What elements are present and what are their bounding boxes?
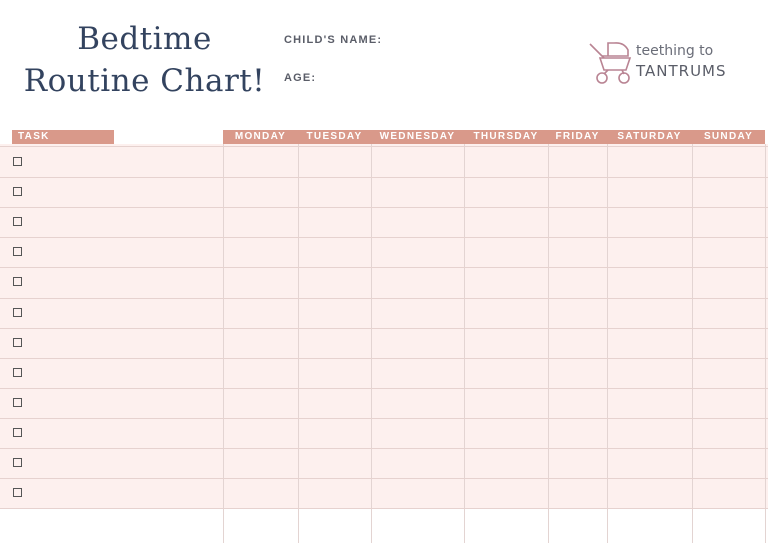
day-header-friday: FRIDAY <box>555 131 600 142</box>
task-checkbox[interactable] <box>13 458 22 467</box>
chart-table <box>0 144 768 508</box>
column-divider <box>371 144 372 543</box>
task-checkbox[interactable] <box>13 157 22 166</box>
task-checkbox[interactable] <box>13 308 22 317</box>
stroller-icon <box>589 42 632 84</box>
column-divider <box>223 144 224 543</box>
page-title: Bedtime Routine Chart! <box>22 18 267 102</box>
column-divider <box>298 144 299 543</box>
logo: teething to TANTRUMS <box>588 40 748 86</box>
row-divider <box>0 478 768 479</box>
task-checkbox[interactable] <box>13 488 22 497</box>
logo-text-line-1: teething to <box>636 43 714 59</box>
column-divider <box>607 144 608 543</box>
column-divider <box>692 144 693 543</box>
day-header-monday: MONDAY <box>234 131 287 142</box>
row-divider <box>0 328 768 329</box>
row-divider <box>0 358 768 359</box>
task-checkbox[interactable] <box>13 247 22 256</box>
day-header-sunday: SUNDAY <box>703 131 754 142</box>
row-divider <box>0 267 768 268</box>
task-checkbox[interactable] <box>13 398 22 407</box>
row-divider <box>0 388 768 389</box>
day-header-saturday: SATURDAY <box>617 131 682 142</box>
column-divider <box>548 144 549 543</box>
day-header-thursday: THURSDAY <box>473 131 539 142</box>
row-divider <box>0 146 768 147</box>
row-divider <box>0 237 768 238</box>
row-divider <box>0 508 768 509</box>
task-header: TASK <box>18 131 50 142</box>
title-line-2: Routine Chart! <box>23 63 266 99</box>
day-header-tuesday: TUESDAY <box>306 131 363 142</box>
row-divider <box>0 418 768 419</box>
task-checkbox[interactable] <box>13 187 22 196</box>
column-divider <box>464 144 465 543</box>
logo-text-line-2: TANTRUMS <box>636 62 727 80</box>
task-checkbox[interactable] <box>13 277 22 286</box>
row-divider <box>0 177 768 178</box>
task-checkbox[interactable] <box>13 428 22 437</box>
child-name-label: CHILD'S NAME: <box>284 34 383 46</box>
task-checkbox[interactable] <box>13 217 22 226</box>
task-checkbox[interactable] <box>13 368 22 377</box>
row-divider <box>0 298 768 299</box>
task-checkbox[interactable] <box>13 338 22 347</box>
column-divider <box>765 144 766 543</box>
row-divider <box>0 448 768 449</box>
title-line-1: Bedtime <box>77 21 212 57</box>
day-header-wednesday: WEDNESDAY <box>379 131 456 142</box>
row-divider <box>0 207 768 208</box>
age-label: AGE: <box>284 72 317 84</box>
